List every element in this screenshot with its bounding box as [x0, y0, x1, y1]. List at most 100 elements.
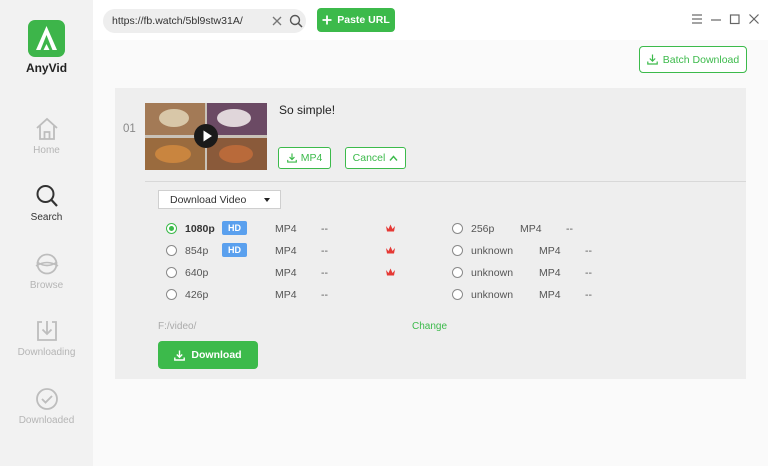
app-name: AnyVid	[25, 61, 68, 75]
change-path-link[interactable]: Change	[412, 321, 447, 332]
option-size: --	[585, 245, 592, 257]
option-size: --	[321, 267, 328, 279]
hd-badge: HD	[222, 243, 247, 257]
batch-download-button[interactable]: Batch Download	[639, 46, 747, 73]
downloaded-icon	[35, 388, 58, 410]
download-icon	[646, 54, 658, 65]
option-size: --	[321, 245, 328, 257]
sidebar-item-downloaded[interactable]: Downloaded	[0, 386, 93, 426]
hd-badge: HD	[222, 221, 247, 235]
quality-option-unknown[interactable]: unknown MP4 --	[452, 243, 612, 259]
radio-button[interactable]	[452, 245, 463, 256]
main-content: Batch Download 01 So simple! MP4 Cancel …	[93, 40, 768, 466]
video-title: So simple!	[279, 103, 336, 117]
option-format: MP4	[275, 289, 297, 301]
sidebar-item-label: Home	[33, 145, 60, 156]
sidebar: AnyVid Home Search Browse Downloading Do…	[0, 0, 93, 466]
item-index: 01	[123, 123, 136, 135]
format-button-label: MP4	[300, 152, 323, 164]
option-resolution: 426p	[185, 289, 209, 301]
option-size: --	[321, 289, 328, 301]
app-logo	[28, 20, 65, 57]
radio-button[interactable]	[452, 223, 463, 234]
option-resolution: unknown	[471, 267, 514, 279]
download-button-label: Download	[191, 349, 242, 361]
save-path: F:/video/	[158, 321, 197, 332]
option-format: MP4	[539, 267, 561, 279]
option-resolution: 1080p	[185, 223, 215, 235]
maximize-icon[interactable]	[729, 13, 741, 25]
cancel-button-label: Cancel	[352, 152, 386, 164]
option-format: MP4	[275, 267, 297, 279]
download-icon	[174, 350, 186, 361]
radio-button[interactable]	[166, 289, 177, 300]
sidebar-item-label: Search	[30, 212, 63, 223]
sidebar-item-downloading[interactable]: Downloading	[0, 318, 93, 358]
download-icon	[286, 153, 297, 163]
anyvid-logo-icon	[36, 26, 57, 50]
crown-icon	[386, 246, 395, 254]
menu-icon[interactable]	[691, 13, 703, 25]
quality-option-426p[interactable]: 426p MP4 --	[166, 287, 426, 303]
minimize-icon[interactable]	[710, 13, 722, 25]
browse-icon	[35, 253, 58, 275]
home-icon	[35, 117, 58, 140]
radio-button[interactable]	[452, 267, 463, 278]
radio-button[interactable]	[452, 289, 463, 300]
sidebar-item-browse[interactable]: Browse	[0, 251, 93, 291]
option-resolution: unknown	[471, 289, 514, 301]
crown-icon	[386, 224, 395, 232]
search-icon	[36, 185, 58, 207]
option-format: MP4	[539, 289, 561, 301]
sidebar-item-label: Downloading	[17, 347, 76, 358]
option-size: --	[566, 223, 573, 235]
cancel-button[interactable]: Cancel	[345, 147, 406, 169]
download-type-select[interactable]: Download Video	[158, 190, 281, 209]
video-thumbnail[interactable]	[145, 103, 267, 170]
option-size: --	[321, 223, 328, 235]
option-resolution: 256p	[471, 223, 495, 235]
chevron-up-icon	[389, 154, 398, 161]
plus-icon	[322, 15, 332, 25]
download-item-card: 01 So simple! MP4 Cancel Download Video …	[115, 88, 746, 379]
clear-icon[interactable]	[271, 15, 283, 27]
sidebar-item-label: Downloaded	[18, 415, 75, 426]
radio-button[interactable]	[166, 223, 177, 234]
option-format: MP4	[275, 223, 297, 235]
option-size: --	[585, 267, 592, 279]
url-input[interactable]: https://fb.watch/5bl9stw31A/	[103, 9, 306, 33]
sidebar-item-search[interactable]: Search	[0, 183, 93, 223]
download-type-value: Download Video	[170, 194, 247, 206]
dropdown-arrow-icon	[264, 198, 270, 202]
quality-option-854p[interactable]: 854p HD MP4 --	[166, 243, 426, 259]
crown-icon	[386, 268, 395, 276]
option-resolution: 854p	[185, 245, 209, 257]
top-bar: https://fb.watch/5bl9stw31A/ Paste URL	[93, 0, 768, 40]
format-button[interactable]: MP4	[278, 147, 331, 169]
radio-button[interactable]	[166, 245, 177, 256]
quality-option-640p[interactable]: 640p MP4 --	[166, 265, 426, 281]
divider	[145, 181, 746, 182]
quality-option-1080p[interactable]: 1080p HD MP4 --	[166, 221, 426, 237]
option-resolution: 640p	[185, 267, 209, 279]
search-icon[interactable]	[289, 14, 303, 28]
play-button[interactable]	[194, 124, 218, 148]
downloading-icon	[36, 321, 57, 341]
radio-button[interactable]	[166, 267, 177, 278]
quality-option-unknown[interactable]: unknown MP4 --	[452, 287, 612, 303]
option-format: MP4	[539, 245, 561, 257]
download-button[interactable]: Download	[158, 341, 258, 369]
option-format: MP4	[275, 245, 297, 257]
batch-download-label: Batch Download	[662, 53, 740, 66]
paste-url-button[interactable]: Paste URL	[317, 8, 395, 32]
option-format: MP4	[520, 223, 542, 235]
sidebar-item-home[interactable]: Home	[0, 116, 93, 156]
url-input-value[interactable]: https://fb.watch/5bl9stw31A/	[112, 15, 243, 27]
quality-option-256p[interactable]: 256p MP4 --	[452, 221, 612, 237]
option-size: --	[585, 289, 592, 301]
close-icon[interactable]	[748, 13, 760, 25]
play-icon	[203, 130, 212, 142]
paste-url-label: Paste URL	[337, 14, 390, 26]
quality-option-unknown[interactable]: unknown MP4 --	[452, 265, 612, 281]
option-resolution: unknown	[471, 245, 514, 257]
